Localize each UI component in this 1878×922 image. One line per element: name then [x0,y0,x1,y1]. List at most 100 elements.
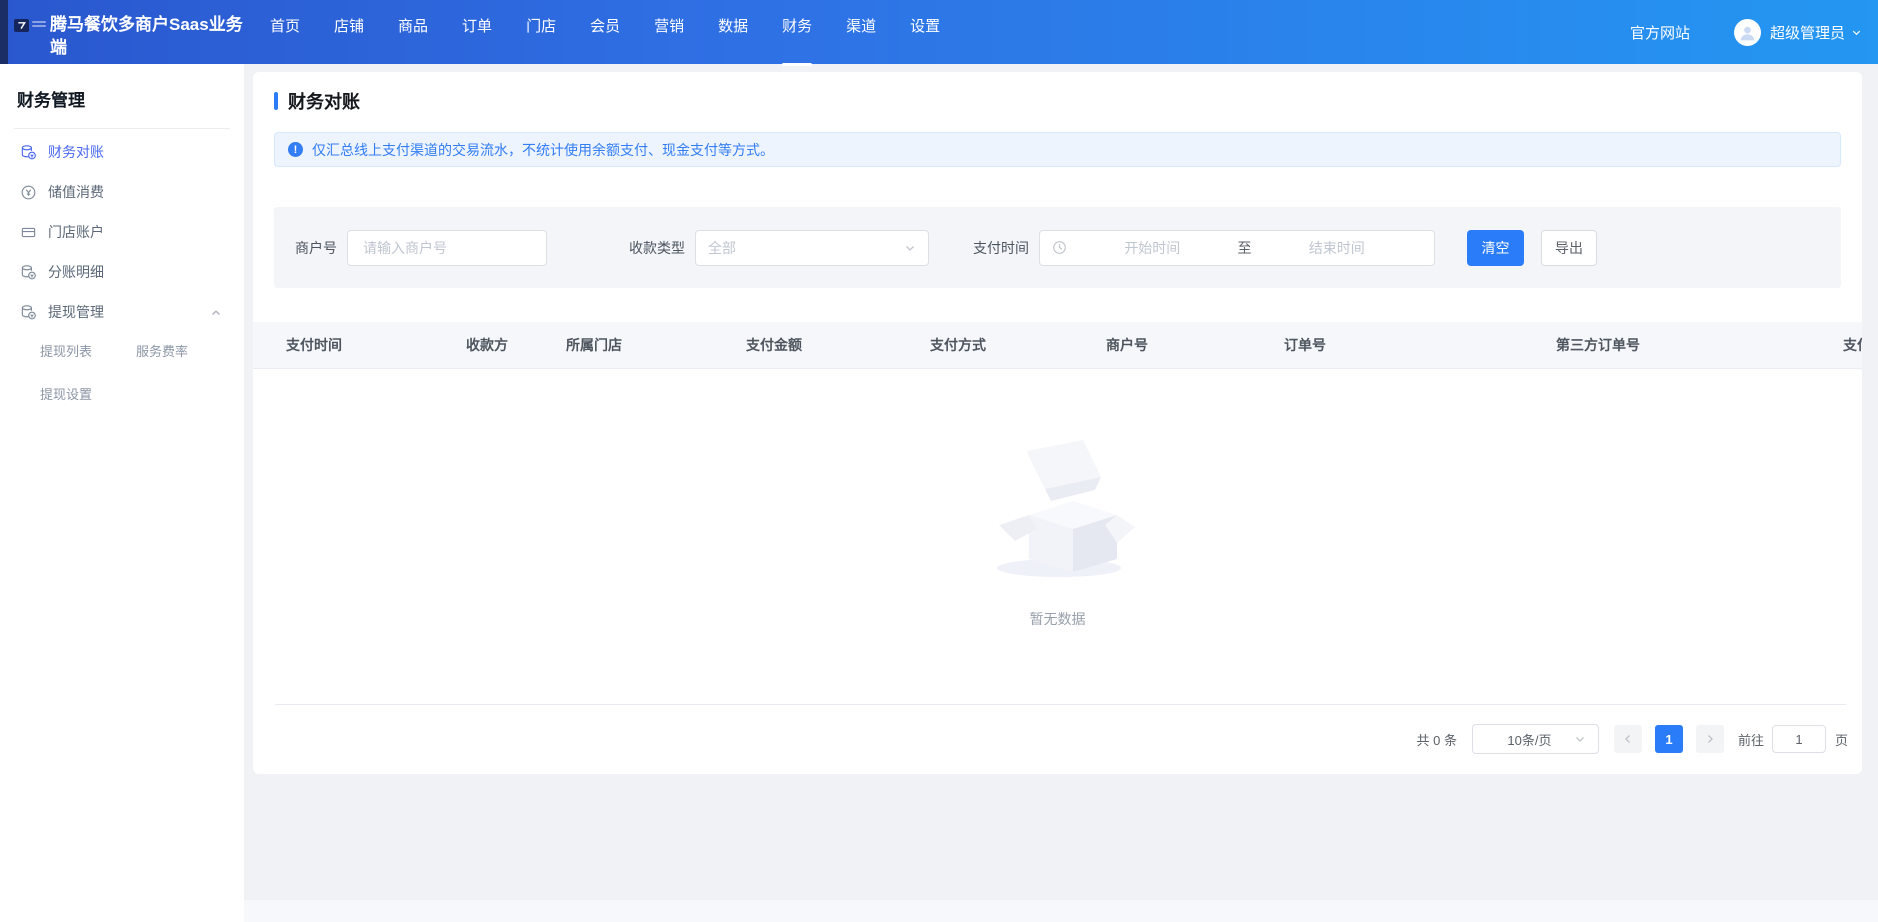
col-third-party-order-id: 第三方订单号 [1556,335,1843,355]
col-merchant-id: 商户号 [1106,335,1284,355]
sidebar-menu: 财务对账 储值消费 门店账户 [0,132,244,407]
nav-item-home[interactable]: 首页 [270,0,300,71]
merchant-label: 商户号 [295,238,337,258]
info-alert: ! 仅汇总线上支付渠道的交易流水，不统计使用余额支付、现金支付等方式。 [274,132,1841,167]
page-size-value: 10条/页 [1485,730,1574,749]
merchant-input[interactable] [347,230,547,266]
coins-icon [20,144,37,161]
coins-icon [20,304,37,321]
col-amount: 支付金额 [746,335,930,355]
sidebar-subitem-withdraw-list[interactable]: 提现列表 [40,340,136,364]
table-header: 支付时间 收款方 所属门店 支付金额 支付方式 商户号 订单号 第三方订单号 支… [253,322,1862,369]
card-icon [20,224,37,241]
bottom-band [244,900,1878,922]
start-time-placeholder[interactable]: 开始时间 [1067,238,1238,258]
sidebar-item-reconciliation[interactable]: 财务对账 [0,132,244,172]
payment-type-value: 全部 [708,238,736,258]
navbar-right: 官方网站 超级管理员 [1630,19,1878,46]
payment-type-select[interactable]: 全部 [695,230,929,266]
col-payment-time: 支付时间 [253,335,466,355]
brand: 腾马餐饮多商户Saas业务端 [14,5,246,59]
chevron-down-icon [904,242,916,254]
main-nav: 首页 店铺 商品 订单 门店 会员 营销 数据 财务 渠道 设置 [270,0,940,71]
alert-text: 仅汇总线上支付渠道的交易流水，不统计使用余额支付、现金支付等方式。 [312,140,774,160]
next-page-button[interactable] [1696,725,1724,753]
chevron-right-icon [1704,733,1716,745]
sidebar-item-stored-value[interactable]: 储值消费 [0,172,244,212]
person-icon [1738,23,1757,42]
prev-page-button[interactable] [1614,725,1642,753]
goto-page-input[interactable] [1772,725,1826,753]
sidebar-item-store-account[interactable]: 门店账户 [0,212,244,252]
sidebar-item-label: 财务对账 [48,142,104,162]
nav-item-data[interactable]: 数据 [718,0,748,71]
nav-item-stores[interactable]: 门店 [526,0,556,71]
clock-icon [1052,240,1067,255]
col-order-id: 订单号 [1284,335,1556,355]
sidebar-submenu: 提现列表 服务费率 提现设置 [40,340,244,407]
sidebar-item-split-detail[interactable]: 分账明细 [0,252,244,292]
col-payment-method: 支付方式 [930,335,1106,355]
sidebar-title: 财务管理 [17,86,244,111]
empty-box-illustration [975,435,1140,585]
sidebar-item-withdraw-management[interactable]: 提现管理 [0,292,244,332]
brand-logo-icon [14,19,29,32]
clear-button[interactable]: 清空 [1467,230,1524,266]
sidebar-item-label: 提现管理 [48,302,104,322]
nav-item-marketing[interactable]: 营销 [654,0,684,71]
chevron-down-icon [1851,27,1862,38]
pagination: 共 0 条 10条/页 1 前往 页 [1417,724,1849,754]
info-icon: ! [288,142,303,157]
title-accent-bar [274,92,278,110]
nav-item-shop[interactable]: 店铺 [334,0,364,71]
brand-logo-subtext [32,21,46,29]
nav-item-settings[interactable]: 设置 [910,0,940,71]
page-unit-label: 页 [1835,730,1848,749]
user-name: 超级管理员 [1770,22,1845,43]
payment-time-range-picker[interactable]: 开始时间 至 结束时间 [1039,230,1435,266]
sidebar-subitem-withdraw-settings[interactable]: 提现设置 [40,383,136,407]
range-separator: 至 [1238,238,1252,258]
end-time-placeholder[interactable]: 结束时间 [1252,238,1423,258]
official-site-link[interactable]: 官方网站 [1630,22,1690,43]
coins-icon [20,264,37,281]
empty-state: 暂无数据 [253,435,1862,629]
sidebar-subitem-service-rate[interactable]: 服务费率 [136,340,232,364]
navbar-dark-edge [0,0,8,64]
nav-item-channel[interactable]: 渠道 [846,0,876,71]
export-button[interactable]: 导出 [1541,230,1597,266]
sidebar: 财务管理 财务对账 [0,64,244,922]
empty-text: 暂无数据 [1030,609,1086,629]
nav-item-members[interactable]: 会员 [590,0,620,71]
page-size-select[interactable]: 10条/页 [1472,724,1599,754]
chevron-down-icon [1574,733,1586,745]
goto-label: 前往 [1738,730,1764,749]
nav-item-goods[interactable]: 商品 [398,0,428,71]
payment-type-label: 收款类型 [629,238,685,258]
col-payment-clipped: 支付 [1843,335,1862,355]
user-menu[interactable]: 超级管理员 [1734,19,1862,46]
payment-time-label: 支付时间 [973,238,1029,258]
top-navbar: 腾马餐饮多商户Saas业务端 首页 店铺 商品 订单 门店 会员 营销 数据 财… [0,0,1878,64]
brand-title: 腾马餐饮多商户Saas业务端 [50,13,246,59]
pagination-divider [275,704,1846,705]
yuan-circle-icon [20,184,37,201]
col-payee: 收款方 [466,335,566,355]
sidebar-item-label: 门店账户 [48,222,104,242]
page-1-button[interactable]: 1 [1655,725,1683,753]
chevron-up-icon[interactable] [210,306,222,322]
filter-bar: 商户号 收款类型 全部 支付时间 开始时间 至 结束时间 清空 导出 [274,207,1841,288]
page-title-text: 财务对账 [288,88,360,114]
sidebar-divider [14,128,230,129]
tilted-top-box [1027,440,1101,501]
page-title: 财务对账 [274,88,1862,114]
col-store: 所属门店 [566,335,746,355]
nav-item-orders[interactable]: 订单 [462,0,492,71]
total-count: 共 0 条 [1417,730,1457,749]
screen: 腾马餐饮多商户Saas业务端 首页 店铺 商品 订单 门店 会员 营销 数据 财… [0,0,1878,922]
content-card: 财务对账 ! 仅汇总线上支付渠道的交易流水，不统计使用余额支付、现金支付等方式。… [253,72,1862,774]
nav-item-finance[interactable]: 财务 [782,0,812,71]
sidebar-item-label: 储值消费 [48,182,104,202]
chevron-left-icon [1622,733,1634,745]
sidebar-item-label: 分账明细 [48,262,104,282]
